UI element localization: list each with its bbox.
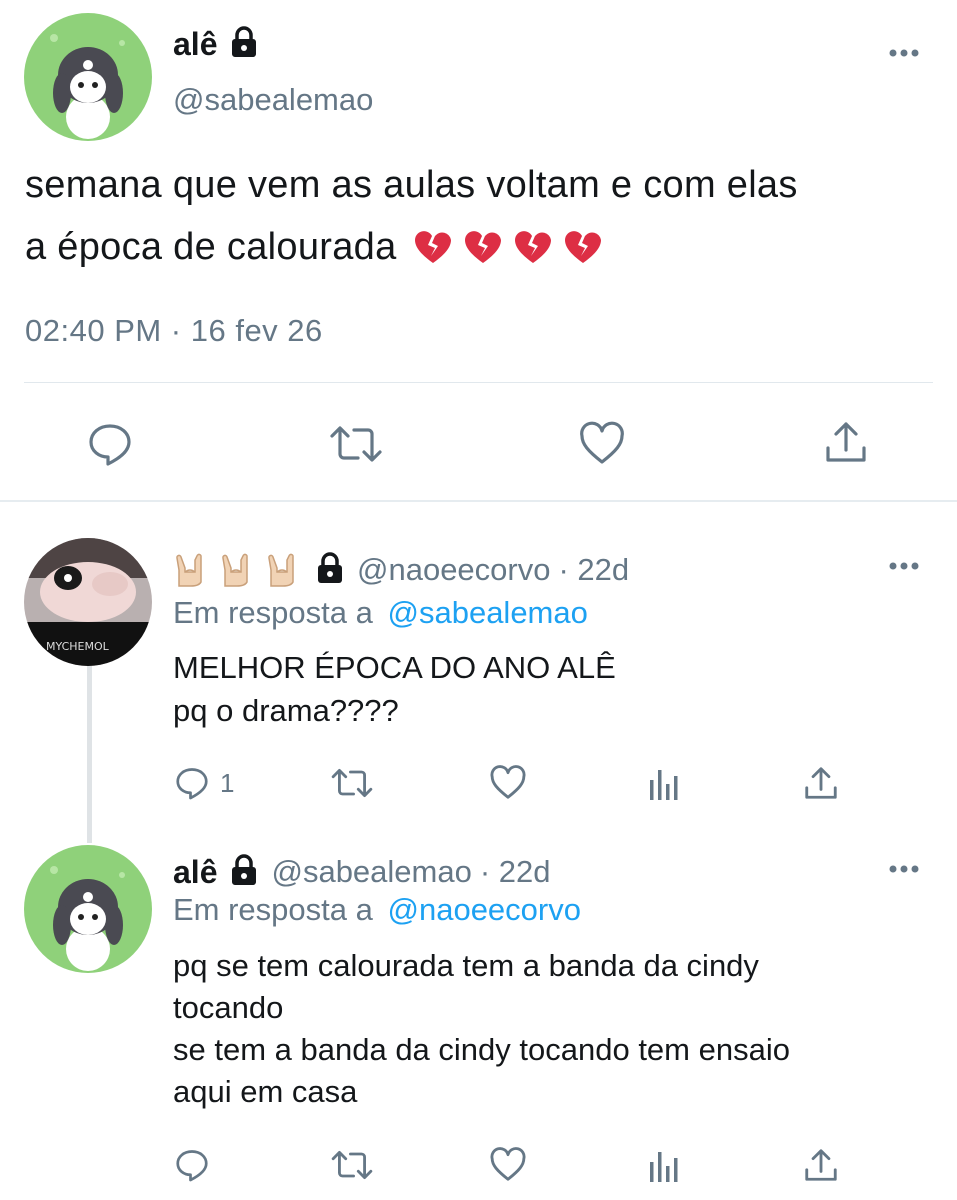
lock-icon [229,853,259,891]
reply-icon[interactable] [174,1146,210,1184]
more-options-icon[interactable] [888,862,920,876]
tweet-timestamp[interactable]: 02:40 PM · 16 fev 26 [25,313,323,349]
section-divider [0,500,957,502]
reply-icon[interactable] [86,420,134,468]
tweet-text-line-1: semana que vem as aulas voltam e com ela… [25,164,798,206]
username[interactable]: @sabealemao [271,854,471,890]
share-icon[interactable] [802,764,840,802]
reply-context-label: Em resposta a [173,892,373,927]
more-options-icon[interactable] [888,46,920,60]
reply-icon [176,768,208,800]
avatar[interactable] [24,13,152,141]
analytics-icon[interactable] [648,766,682,802]
reply-text-line-2: tocando [173,990,284,1025]
svg-text:MYCHEMOL: MYCHEMOL [46,640,110,653]
more-options-icon[interactable] [888,559,920,573]
reply-text-line-3: se tem a banda da cindy tocando tem ensa… [173,1032,790,1067]
reply-text-line-1: MELHOR ÉPOCA DO ANO ALÊ [173,650,616,685]
retweet-icon[interactable] [328,420,384,468]
broken-heart-icon [414,231,451,263]
divider [24,382,933,383]
tweet-text-line-2: a época de calourada [25,225,397,268]
lock-icon [315,551,345,589]
like-heart-icon[interactable] [489,1146,527,1184]
broken-heart-icon [564,231,601,263]
share-icon[interactable] [822,418,870,466]
reply-text-line-2: pq o drama???? [173,693,399,728]
sign-of-horns-icon [268,553,294,587]
avatar[interactable] [24,845,152,973]
like-heart-icon[interactable] [489,764,527,802]
sign-of-horns-icon [176,553,202,587]
display-name-emojis[interactable] [173,552,311,588]
retweet-icon[interactable] [330,1146,374,1184]
retweet-icon[interactable] [330,764,374,802]
username[interactable]: @naoeecorvo [357,552,550,588]
reply-text-line-4: aqui em casa [173,1074,358,1109]
username[interactable]: @sabealemao [173,82,373,118]
broken-heart-emojis [403,229,603,265]
analytics-icon[interactable] [648,1148,682,1184]
reply-to-link[interactable]: @naoeecorvo [388,892,581,927]
display-name[interactable]: alê [173,26,217,63]
thread-line [87,665,92,843]
like-heart-icon[interactable] [578,420,626,468]
reply-to-link[interactable]: @sabealemao [388,595,588,630]
reply-age: · 22d [558,552,630,587]
sign-of-horns-icon [222,553,248,587]
reply-count: 1 [220,767,235,798]
broken-heart-icon [514,231,551,263]
share-icon[interactable] [802,1146,840,1184]
display-name[interactable]: alê [173,854,217,891]
reply-action[interactable]: 1 [174,764,234,802]
reply-age: · 22d [479,854,551,889]
reply-context-label: Em resposta a [173,595,373,630]
lock-icon [229,25,259,63]
broken-heart-icon [464,231,501,263]
avatar[interactable]: MYCHEMOL [24,538,152,666]
reply-text-line-1: pq se tem calourada tem a banda da cindy [173,948,759,983]
